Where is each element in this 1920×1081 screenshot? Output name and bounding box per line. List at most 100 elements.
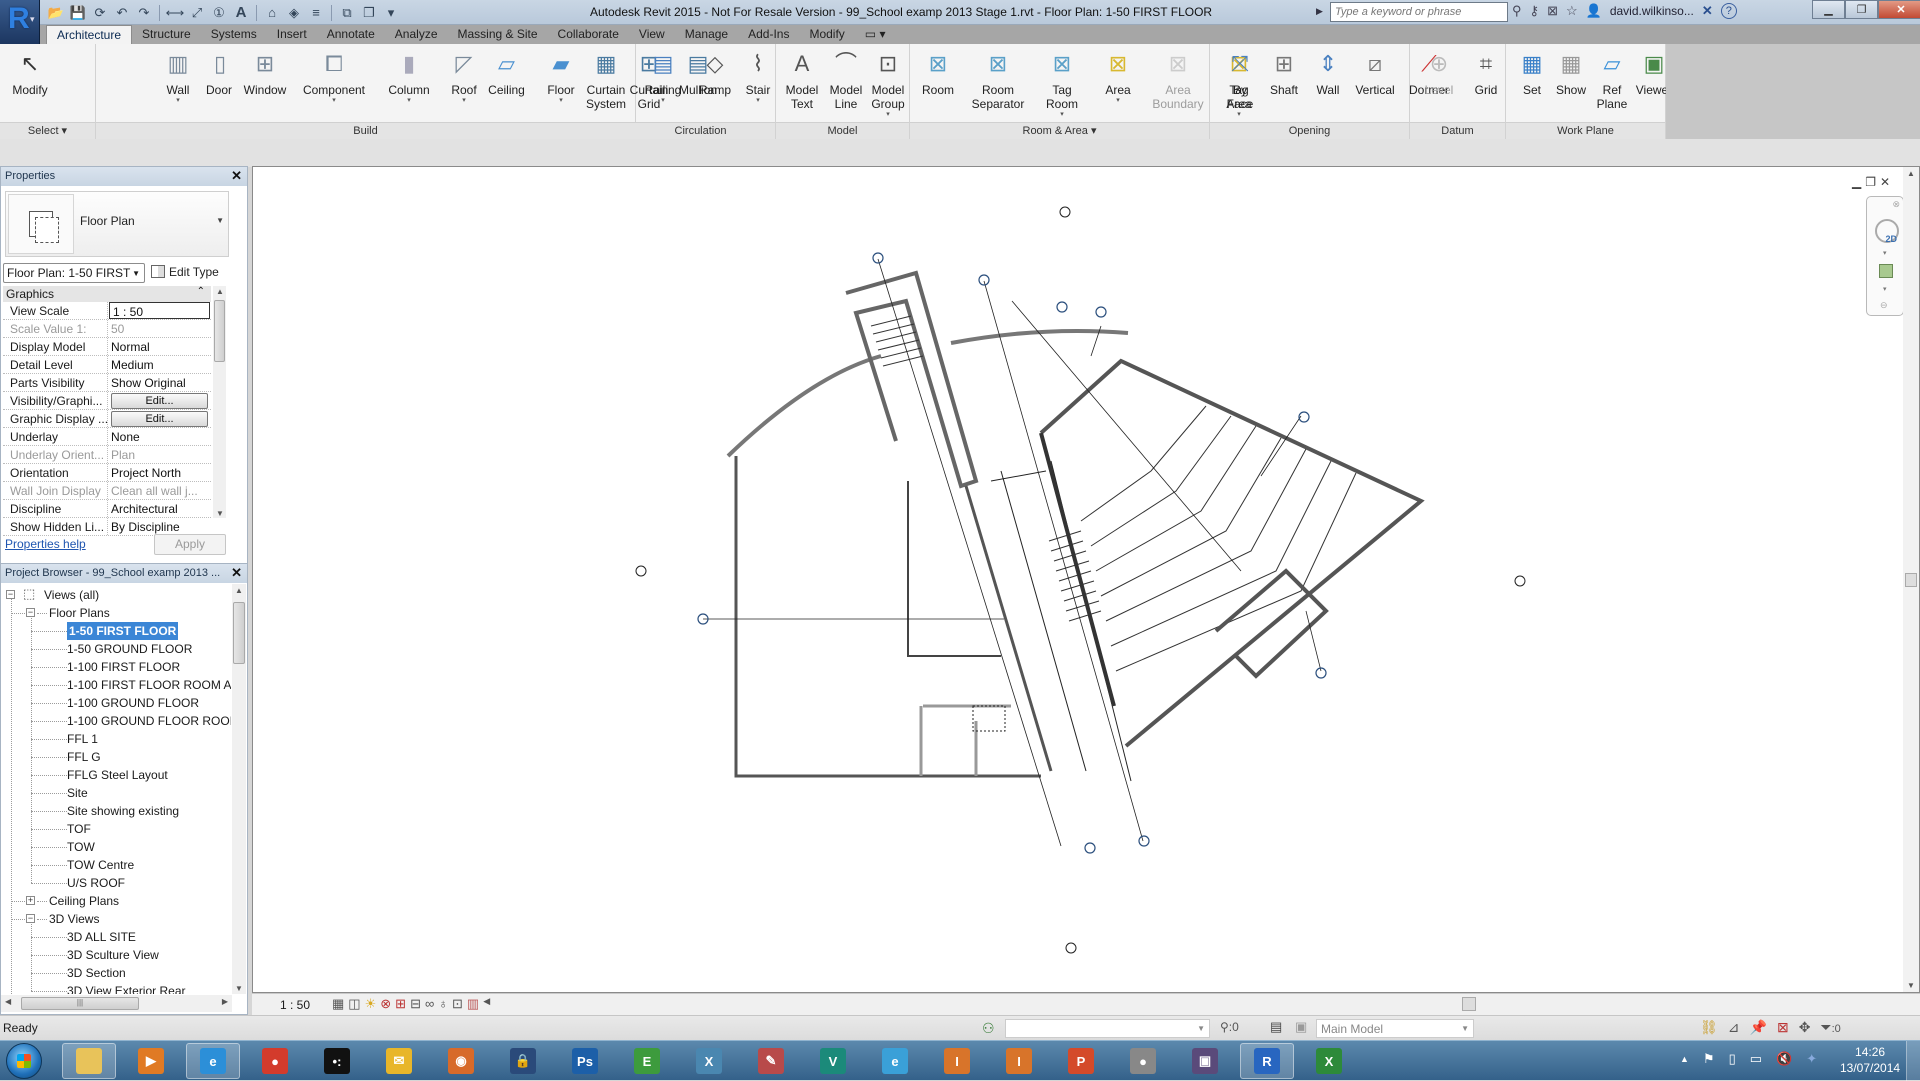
scrollbar-thumb[interactable] [1462, 997, 1476, 1011]
tab-view[interactable]: View [629, 25, 675, 44]
tool-room-separator[interactable]: ⊠ Room Separator [966, 48, 1030, 112]
tool-room[interactable]: ⊠ Room [914, 48, 962, 98]
property-value[interactable]: Show Original [108, 374, 211, 391]
collapse-icon[interactable]: − [26, 914, 35, 923]
restore-button[interactable]: ❐ [1845, 0, 1878, 19]
graphics-group-header[interactable]: Graphics ⌃ [3, 286, 211, 302]
taskbar-paint-app[interactable]: ✎ [744, 1043, 798, 1079]
tree-item[interactable]: Site [67, 784, 88, 802]
instance-selector[interactable]: Floor Plan: 1-50 FIRST ▼ [3, 263, 145, 283]
scroll-down-icon[interactable]: ▼ [1907, 981, 1915, 990]
tool-ceiling[interactable]: ▱ Ceiling [484, 48, 529, 98]
scroll-right-icon[interactable]: ▶ [222, 997, 228, 1006]
crop-view-icon[interactable]: ⊞ [395, 996, 406, 1012]
drawing-canvas[interactable]: ▁ ❐ ✕ ⊗ 2D ▾ ▾ ⊖ ▲ ▼ [252, 166, 1920, 993]
volume-icon[interactable]: 🔇 [1776, 1051, 1792, 1067]
tool-stair[interactable]: ⌇ Stair ▾ [738, 48, 778, 105]
tab-architecture[interactable]: Architecture [46, 25, 133, 44]
tool-curtain-system[interactable]: ▦ Curtain System [584, 48, 628, 112]
tool-area[interactable]: ⊠ Area ▾ [1096, 48, 1140, 105]
tool-component[interactable]: ⧠ Component ▾ [296, 48, 372, 105]
canvas-vertical-scrollbar[interactable]: ▲ ▼ [1903, 167, 1919, 992]
temporary-view-properties-icon[interactable]: ⊡ [452, 996, 463, 1012]
tree-item[interactable]: 1-100 GROUND FLOOR ROOM [67, 712, 231, 730]
taskbar-dots-app[interactable]: •: [310, 1043, 364, 1079]
tab-massing-site[interactable]: Massing & Site [448, 25, 548, 44]
analytical-model-icon[interactable]: ▥ [467, 996, 479, 1012]
taskbar-inventor[interactable]: I [930, 1043, 984, 1079]
tool-wall[interactable]: ▥ Wall ▾ [158, 48, 198, 105]
tab-collaborate[interactable]: Collaborate [548, 25, 629, 44]
clock[interactable]: 14:26 13/07/2014 [1840, 1044, 1900, 1076]
tree-group[interactable]: Floor Plans [49, 604, 110, 622]
tool-tag-room[interactable]: ⊠ Tag Room ▾ [1036, 48, 1088, 119]
taskbar-outlook[interactable]: ✉ [372, 1043, 426, 1079]
expand-icon[interactable]: + [26, 896, 35, 905]
shadows-icon[interactable]: ⊗ [380, 996, 391, 1012]
search-expand-icon[interactable]: ▶ [1316, 6, 1323, 17]
tab-systems[interactable]: Systems [201, 25, 267, 44]
tool-modify[interactable]: ↖ Modify [6, 48, 54, 98]
taskbar-explorer[interactable] [62, 1043, 116, 1079]
apply-button[interactable]: Apply [154, 534, 226, 555]
property-value[interactable]: By Discipline [108, 518, 211, 535]
reveal-hidden-icon[interactable]: ♁ [438, 996, 448, 1012]
scrollbar-thumb[interactable]: ||| [21, 997, 139, 1010]
binoculars-icon[interactable]: ⚲ [1512, 3, 1522, 19]
close-icon[interactable]: ✕ [231, 565, 242, 581]
key-icon[interactable]: ⚷ [1530, 3, 1540, 19]
start-button[interactable] [6, 1043, 42, 1079]
exclude-options-icon[interactable]: ▣ [1295, 1019, 1307, 1035]
taskbar-internet-explorer[interactable]: e [186, 1043, 240, 1079]
scrollbar-thumb[interactable] [1905, 573, 1917, 587]
scroll-down-icon[interactable]: ▼ [235, 984, 243, 993]
taskbar-recorder[interactable]: ● [1116, 1043, 1170, 1079]
type-selector[interactable]: Floor Plan ▼ [5, 191, 229, 257]
show-crop-region-icon[interactable]: ⊟ [410, 996, 421, 1012]
tool-ramp[interactable]: ◇ Ramp [696, 48, 734, 98]
tree-item[interactable]: 1-50 GROUND FLOOR [67, 640, 192, 658]
property-value[interactable]: Edit... [108, 410, 211, 427]
tool-ref-plane[interactable]: ▱ Ref Plane [1594, 48, 1630, 112]
detail-level-icon[interactable]: ▦ [332, 996, 344, 1012]
close-hidden-icon[interactable]: ⧉ [337, 3, 357, 22]
properties-help-link[interactable]: Properties help [5, 537, 86, 551]
chevron-down-icon[interactable]: ▾ [1883, 285, 1887, 293]
scrollbar-thumb[interactable] [233, 602, 245, 664]
open-icon[interactable]: 📂 [46, 3, 66, 22]
tree-item[interactable]: TOW [67, 838, 95, 856]
tab-insert[interactable]: Insert [267, 25, 317, 44]
tab-add-ins[interactable]: Add-Ins [738, 25, 799, 44]
close-button[interactable]: ✕ [1878, 0, 1920, 19]
tab-analyze[interactable]: Analyze [385, 25, 448, 44]
tree-item[interactable]: FFL G [67, 748, 101, 766]
edit-button[interactable]: Edit... [111, 393, 208, 409]
panel-label[interactable]: Room & Area ▾ [910, 122, 1209, 139]
show-desktop-button[interactable] [1906, 1041, 1920, 1081]
switch-windows-icon[interactable]: ❐ [359, 3, 379, 22]
tree-item[interactable]: 1-100 GROUND FLOOR [67, 694, 199, 712]
visual-style-icon[interactable]: ◫ [348, 996, 360, 1012]
select-pinned-icon[interactable]: 📌 [1750, 1019, 1767, 1036]
tab-structure[interactable]: Structure [132, 25, 201, 44]
browser-vertical-scrollbar[interactable]: ▲ ▼ [232, 584, 246, 994]
scroll-down-icon[interactable]: ▼ [216, 509, 224, 518]
taskbar-ie-2[interactable]: e [868, 1043, 922, 1079]
scroll-up-icon[interactable]: ▲ [235, 586, 243, 595]
tool-show[interactable]: ▦ Show [1552, 48, 1590, 98]
tool-shaft[interactable]: ⊞ Shaft [1264, 48, 1304, 98]
taskbar-photoshop[interactable]: Ps [558, 1043, 612, 1079]
3d-view-icon[interactable]: ⌂ [262, 3, 282, 22]
tool-grid[interactable]: ⌗ Grid [1466, 48, 1506, 98]
tree-item[interactable]: Site showing existing [67, 802, 179, 820]
search-input[interactable]: Type a keyword or phrase [1330, 2, 1508, 22]
thin-lines-icon[interactable]: ≡ [306, 3, 326, 22]
star-icon[interactable]: ☆ [1566, 3, 1578, 19]
taskbar-excel[interactable]: X [1302, 1043, 1356, 1079]
tool-door[interactable]: ▯ Door [204, 48, 234, 98]
workset-dropdown[interactable]: ▼ [1005, 1019, 1210, 1038]
scroll-left-icon[interactable]: ◀ [5, 997, 11, 1006]
taskbar-chrome[interactable]: ● [248, 1043, 302, 1079]
customize-icon[interactable]: ▾ [381, 3, 401, 22]
active-design-option-dropdown[interactable]: Main Model ▼ [1316, 1019, 1474, 1038]
